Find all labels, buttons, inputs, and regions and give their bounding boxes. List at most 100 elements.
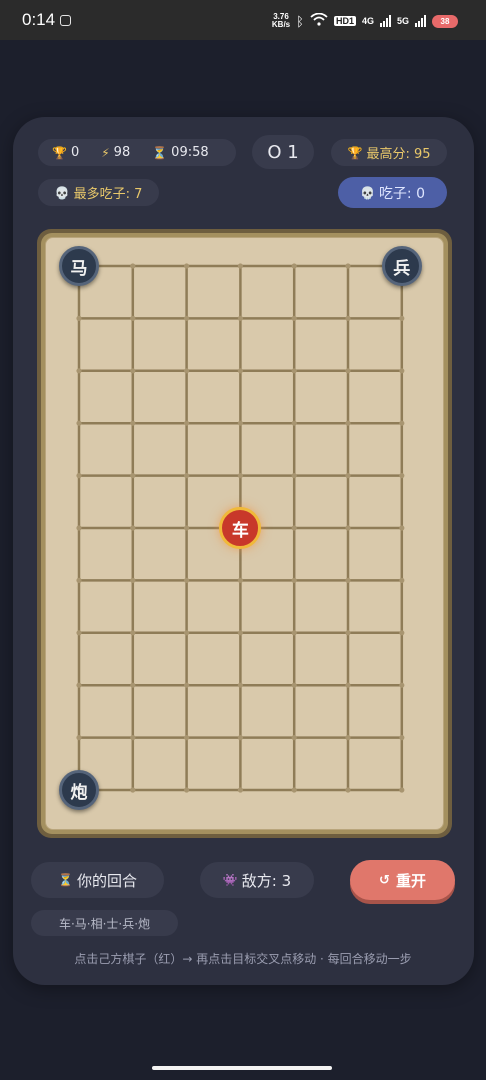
intersection-point[interactable] xyxy=(184,682,190,688)
home-indicator[interactable] xyxy=(152,1066,332,1070)
intersection-point[interactable] xyxy=(237,682,243,688)
intersection-point[interactable] xyxy=(291,473,297,479)
intersection-point[interactable] xyxy=(291,682,297,688)
intersection-point[interactable] xyxy=(399,315,405,321)
intersection-point[interactable] xyxy=(130,525,136,531)
intersection-point[interactable] xyxy=(76,420,82,426)
piece-black: 兵 xyxy=(381,246,422,286)
notification-icon xyxy=(60,15,71,26)
intersection-point[interactable] xyxy=(130,368,136,374)
intersection-point[interactable] xyxy=(291,315,297,321)
intersection-point[interactable] xyxy=(184,525,190,531)
intersection-point[interactable] xyxy=(291,420,297,426)
intersection-point[interactable] xyxy=(291,263,297,269)
intersection-point[interactable] xyxy=(184,473,190,479)
intersection-point[interactable] xyxy=(130,630,136,636)
hourglass-icon: ⏳ xyxy=(152,145,168,160)
intersection-point[interactable] xyxy=(345,315,351,321)
intersection-point[interactable] xyxy=(399,787,405,793)
intersection-point[interactable] xyxy=(399,368,405,374)
intersection-point[interactable] xyxy=(130,315,136,321)
intersection-point[interactable] xyxy=(345,735,351,741)
intersection-point[interactable] xyxy=(184,315,190,321)
intersection-point[interactable] xyxy=(184,263,190,269)
intersection-point[interactable] xyxy=(237,735,243,741)
intersection-point[interactable] xyxy=(237,630,243,636)
skull-icon: 💀 xyxy=(359,185,375,200)
intersection-point[interactable] xyxy=(76,682,82,688)
piece-types: 车·马·相·士·兵·炮 xyxy=(31,910,178,936)
intersection-point[interactable] xyxy=(345,368,351,374)
intersection-point[interactable] xyxy=(130,735,136,741)
board-border: 马 兵车炮 xyxy=(41,233,448,834)
timer-value: 09:58 xyxy=(171,145,209,160)
intersection-point[interactable] xyxy=(237,787,243,793)
intersection-point[interactable] xyxy=(130,682,136,688)
intersection-point[interactable] xyxy=(237,263,243,269)
intersection-point[interactable] xyxy=(345,630,351,636)
intersection-point[interactable] xyxy=(237,368,243,374)
intersection-point[interactable] xyxy=(130,420,136,426)
intersection-point[interactable] xyxy=(76,525,82,531)
intersection-point[interactable] xyxy=(130,787,136,793)
intersection-point[interactable] xyxy=(399,735,405,741)
status-time: 0:14 xyxy=(22,10,56,29)
intersection-point[interactable] xyxy=(237,473,243,479)
intersection-point[interactable] xyxy=(399,473,405,479)
restart-label: 重开 xyxy=(395,871,426,890)
intersection-point[interactable] xyxy=(76,315,82,321)
intersection-point[interactable] xyxy=(399,630,405,636)
intersection-point[interactable] xyxy=(345,682,351,688)
best-score-pill: 🏆 最高分: 95 xyxy=(331,139,447,166)
piece-red[interactable]: 车 xyxy=(219,507,262,549)
status-bar: 0:14 3.76 KB/s ᛒ HD1 4G 5G 38 xyxy=(0,0,486,40)
network-4g: 4G xyxy=(361,16,374,26)
status-icons: 3.76 KB/s ᛒ HD1 4G 5G 38 xyxy=(272,12,458,30)
piece-black: 炮 xyxy=(59,770,99,810)
intersection-point[interactable] xyxy=(399,682,405,688)
intersection-point[interactable] xyxy=(184,630,190,636)
intersection-point[interactable] xyxy=(76,630,82,636)
intersection-point[interactable] xyxy=(184,787,190,793)
wifi-icon xyxy=(310,12,328,29)
intersection-point[interactable] xyxy=(291,368,297,374)
intersection-point[interactable] xyxy=(130,473,136,479)
intersection-point[interactable] xyxy=(345,420,351,426)
instruction-tip: 点击己方棋子（红）→ 再点击目标交叉点移动 · 每回合移动一步 xyxy=(74,952,412,966)
intersection-point[interactable] xyxy=(76,735,82,741)
intersection-point[interactable] xyxy=(130,577,136,583)
intersection-point[interactable] xyxy=(130,263,136,269)
net-speed-unit: KB/s xyxy=(271,20,291,29)
intersection-point[interactable] xyxy=(291,735,297,741)
enemy-count: 👾 敌方: 3 xyxy=(200,862,314,898)
game-board[interactable]: 马 兵车炮 xyxy=(45,237,444,830)
intersection-point[interactable] xyxy=(237,577,243,583)
intersection-point[interactable] xyxy=(76,577,82,583)
intersection-point[interactable] xyxy=(76,473,82,479)
intersection-point[interactable] xyxy=(345,263,351,269)
intersection-point[interactable] xyxy=(399,525,405,531)
intersection-point[interactable] xyxy=(291,630,297,636)
intersection-point[interactable] xyxy=(184,735,190,741)
intersection-point[interactable] xyxy=(291,787,297,793)
turn-label: 你的回合 xyxy=(76,871,137,890)
intersection-point[interactable] xyxy=(291,577,297,583)
intersection-point[interactable] xyxy=(345,525,351,531)
intersection-point[interactable] xyxy=(184,420,190,426)
captures-pill: 💀 吃子: 0 xyxy=(338,177,447,208)
intersection-point[interactable] xyxy=(399,577,405,583)
intersection-point[interactable] xyxy=(291,525,297,531)
intersection-point[interactable] xyxy=(76,368,82,374)
hourglass-icon: ⏳ xyxy=(58,873,73,887)
intersection-point[interactable] xyxy=(184,577,190,583)
most-captures-pill: 💀 最多吃子: 7 xyxy=(38,179,159,206)
restart-button[interactable]: ↺ 重开 xyxy=(350,860,455,900)
intersection-point[interactable] xyxy=(237,315,243,321)
captures: 吃子: 0 xyxy=(378,185,426,202)
intersection-point[interactable] xyxy=(399,420,405,426)
intersection-point[interactable] xyxy=(345,787,351,793)
intersection-point[interactable] xyxy=(345,473,351,479)
intersection-point[interactable] xyxy=(184,368,190,374)
intersection-point[interactable] xyxy=(345,577,351,583)
intersection-point[interactable] xyxy=(237,420,243,426)
